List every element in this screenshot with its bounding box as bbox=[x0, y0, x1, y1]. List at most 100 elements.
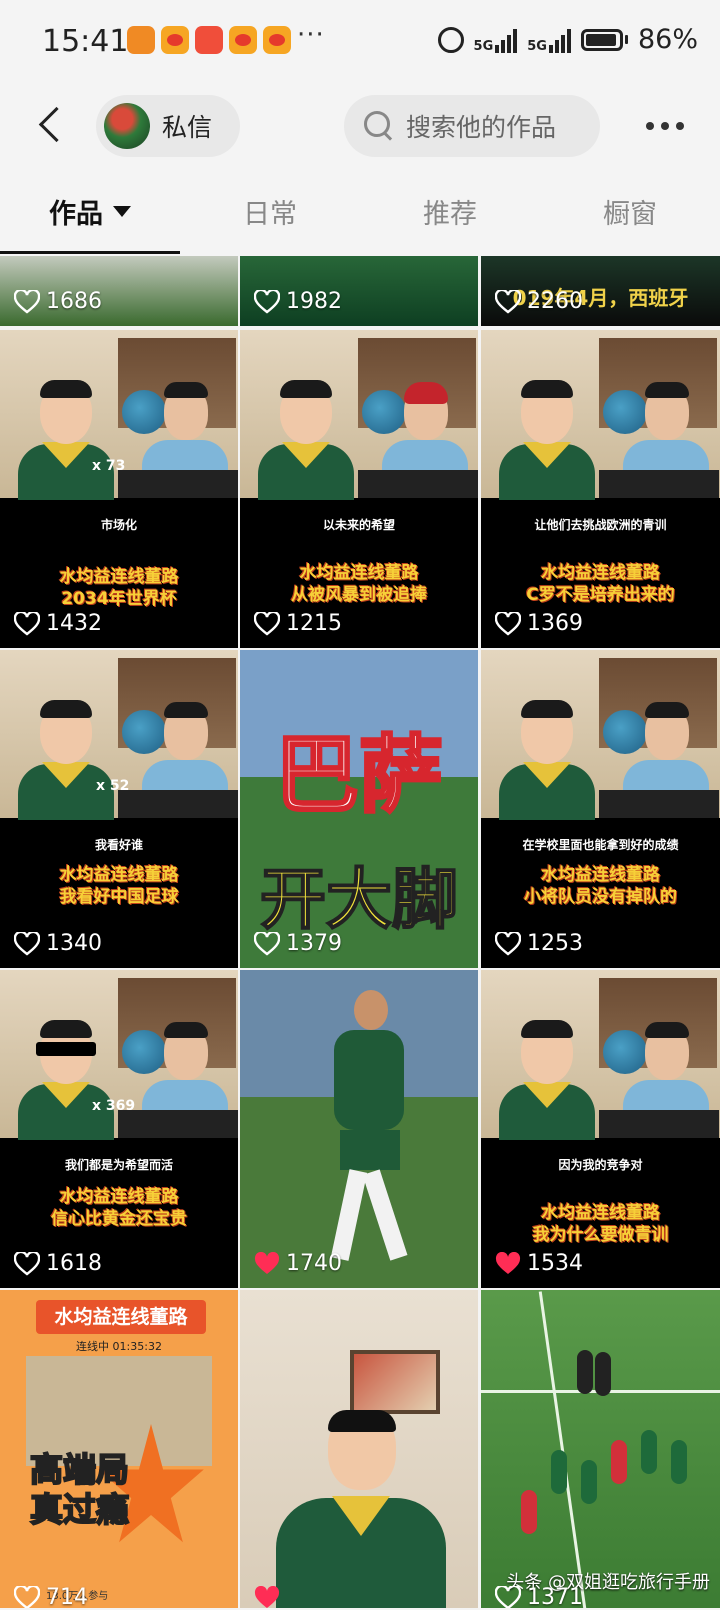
like-count-value: 1369 bbox=[527, 611, 583, 636]
tab-daily[interactable]: 日常 bbox=[180, 168, 360, 254]
like-count-value: 714 bbox=[46, 1585, 88, 1608]
direct-message-button[interactable]: 私信 bbox=[96, 95, 240, 157]
heart-outline-icon bbox=[254, 289, 280, 314]
video-frame bbox=[481, 330, 720, 500]
gift-count-badge: x 73 bbox=[92, 458, 126, 474]
video-subtitle: 在学校里面也能拿到好的成绩 bbox=[522, 838, 679, 852]
like-count: 1618 bbox=[14, 1251, 102, 1276]
heart-outline-icon bbox=[14, 289, 40, 314]
tab-works[interactable]: 作品 bbox=[0, 168, 180, 254]
like-count: 1686 bbox=[14, 289, 102, 314]
heart-outline-icon bbox=[14, 931, 40, 956]
like-count: 1379 bbox=[254, 931, 342, 956]
search-icon bbox=[362, 109, 396, 143]
video-overlay-subtitle: 开大脚 bbox=[259, 860, 459, 939]
video-frame bbox=[481, 970, 720, 1140]
like-count-value: 1982 bbox=[286, 289, 342, 314]
video-title-line1: 水均益连线董路 bbox=[59, 1187, 179, 1207]
video-frame: x 73 bbox=[0, 330, 238, 500]
alarm-icon bbox=[437, 26, 464, 53]
video-frame bbox=[240, 330, 478, 500]
video-thumbnail[interactable]: 水均益连线董路 连线中 01:35:32 高端局 真过瘾 13.0万人参与 71… bbox=[0, 1290, 238, 1608]
video-subtitle: 以未来的希望 bbox=[322, 518, 395, 532]
video-overlay-title: 巴萨 bbox=[273, 725, 444, 826]
heart-filled-icon bbox=[495, 1251, 521, 1276]
video-frame: x 52 bbox=[0, 650, 238, 820]
app-notification-icon bbox=[127, 26, 155, 54]
video-thumbnail[interactable]: 1740 bbox=[240, 970, 478, 1288]
video-grid: 1686 1982 019年4月，西班牙 2260 x 73 市场化 水均益连线… bbox=[0, 256, 720, 1610]
video-thumbnail[interactable]: 019年4月，西班牙 2260 bbox=[481, 256, 720, 326]
tab-recommended[interactable]: 推荐 bbox=[360, 168, 540, 254]
video-title-line2: 小将队员没有掉队的 bbox=[524, 887, 677, 907]
heart-outline-icon bbox=[495, 289, 521, 314]
tab-works-label: 作品 bbox=[49, 198, 103, 230]
app-notification-icon bbox=[195, 26, 223, 54]
video-subtitle: 市场化 bbox=[100, 518, 137, 532]
status-time: 15:41 bbox=[42, 24, 129, 59]
like-count-value: 1253 bbox=[527, 931, 583, 956]
signal-label: 5G bbox=[473, 38, 494, 54]
signal-label: 5G bbox=[527, 38, 547, 54]
heart-outline-icon bbox=[495, 611, 521, 636]
video-thumbnail[interactable]: x 52 我看好谁 水均益连线董路 我看好中国足球 1340 bbox=[0, 650, 238, 968]
search-works-input[interactable]: 搜索他的作品 bbox=[344, 95, 600, 157]
video-thumbnail[interactable]: 以未来的希望 水均益连线董路 从被风暴到被追捧 1215 bbox=[240, 330, 478, 648]
like-count: 1340 bbox=[14, 931, 102, 956]
video-thumbnail[interactable]: 让他们去挑战欧洲的青训 水均益连线董路 C罗不是培养出来的 1369 bbox=[481, 330, 720, 648]
weibo-icon bbox=[161, 26, 189, 54]
weibo-icon bbox=[229, 26, 257, 54]
video-thumbnail[interactable]: 头条 @双姐逛吃旅行手册 1371 bbox=[481, 1290, 720, 1608]
like-count: 1369 bbox=[495, 611, 583, 636]
search-placeholder: 搜索他的作品 bbox=[406, 113, 557, 142]
video-thumbnail[interactable]: x 369 我们都是为希望而活 水均益连线董路 信心比黄金还宝贵 1618 bbox=[0, 970, 238, 1288]
more-options-icon[interactable] bbox=[640, 106, 690, 146]
like-count-value: 2260 bbox=[527, 289, 583, 314]
more-notifications-icon: ··· bbox=[297, 20, 325, 50]
like-count-value: 1379 bbox=[286, 931, 342, 956]
like-count bbox=[254, 1586, 286, 1608]
video-title-line1: 水均益连线董路 bbox=[541, 1203, 660, 1223]
heart-filled-icon bbox=[254, 1586, 280, 1608]
video-thumbnail[interactable]: 巴萨 开大脚 1379 bbox=[240, 650, 478, 968]
like-count-value: 1740 bbox=[286, 1251, 342, 1276]
like-count: 1371 bbox=[495, 1585, 583, 1608]
video-thumbnail[interactable]: 因为我的竞争对 水均益连线董路 我为什么要做青训 1534 bbox=[481, 970, 720, 1288]
wall-painting bbox=[350, 1350, 440, 1414]
video-title-line1: 水均益连线董路 bbox=[299, 563, 419, 583]
like-count-value: 1371 bbox=[527, 1585, 583, 1608]
video-thumbnail[interactable] bbox=[240, 1290, 478, 1608]
video-title-line2: C罗不是培养出来的 bbox=[526, 585, 675, 605]
signal-icon bbox=[548, 27, 571, 53]
video-overlay-big-line2: 真过瘾 bbox=[29, 1489, 130, 1530]
like-count-value: 1432 bbox=[46, 611, 102, 636]
video-title-line1: 水均益连线董路 bbox=[59, 567, 179, 587]
battery-percent: 86% bbox=[637, 24, 698, 55]
battery-icon bbox=[580, 28, 623, 51]
tab-daily-label: 日常 bbox=[243, 198, 297, 230]
live-timer: 连线中 01:35:32 bbox=[76, 1340, 162, 1353]
like-count-value: 1618 bbox=[46, 1251, 102, 1276]
like-count: 1740 bbox=[254, 1251, 342, 1276]
heart-outline-icon bbox=[495, 931, 521, 956]
video-title-line2: 信心比黄金还宝贵 bbox=[51, 1209, 187, 1229]
video-subtitle: 因为我的竞争对 bbox=[558, 1158, 643, 1172]
caret-down-icon bbox=[113, 205, 131, 217]
like-count-value: 1215 bbox=[286, 611, 342, 636]
video-frame bbox=[481, 650, 720, 820]
like-count: 1982 bbox=[254, 289, 342, 314]
video-thumbnail[interactable]: 1982 bbox=[240, 256, 478, 326]
video-thumbnail[interactable]: 1686 bbox=[0, 256, 238, 326]
video-thumbnail[interactable]: 在学校里面也能拿到好的成绩 水均益连线董路 小将队员没有掉队的 1253 bbox=[481, 650, 720, 968]
notification-icons bbox=[127, 26, 291, 54]
video-overlay-big-line1: 高端局 bbox=[29, 1449, 130, 1490]
video-title-line2: 我看好中国足球 bbox=[59, 887, 179, 907]
video-subtitle: 让他们去挑战欧洲的青训 bbox=[534, 518, 667, 532]
weibo-icon bbox=[263, 26, 291, 54]
heart-outline-icon bbox=[254, 611, 280, 636]
video-thumbnail[interactable]: x 73 市场化 水均益连线董路 2034年世界杯 1432 bbox=[0, 330, 238, 648]
video-title-line2: 从被风暴到被追捧 bbox=[291, 585, 427, 605]
video-frame bbox=[276, 1410, 446, 1608]
back-arrow-icon[interactable] bbox=[34, 106, 72, 144]
tab-showcase[interactable]: 橱窗 bbox=[540, 168, 720, 254]
